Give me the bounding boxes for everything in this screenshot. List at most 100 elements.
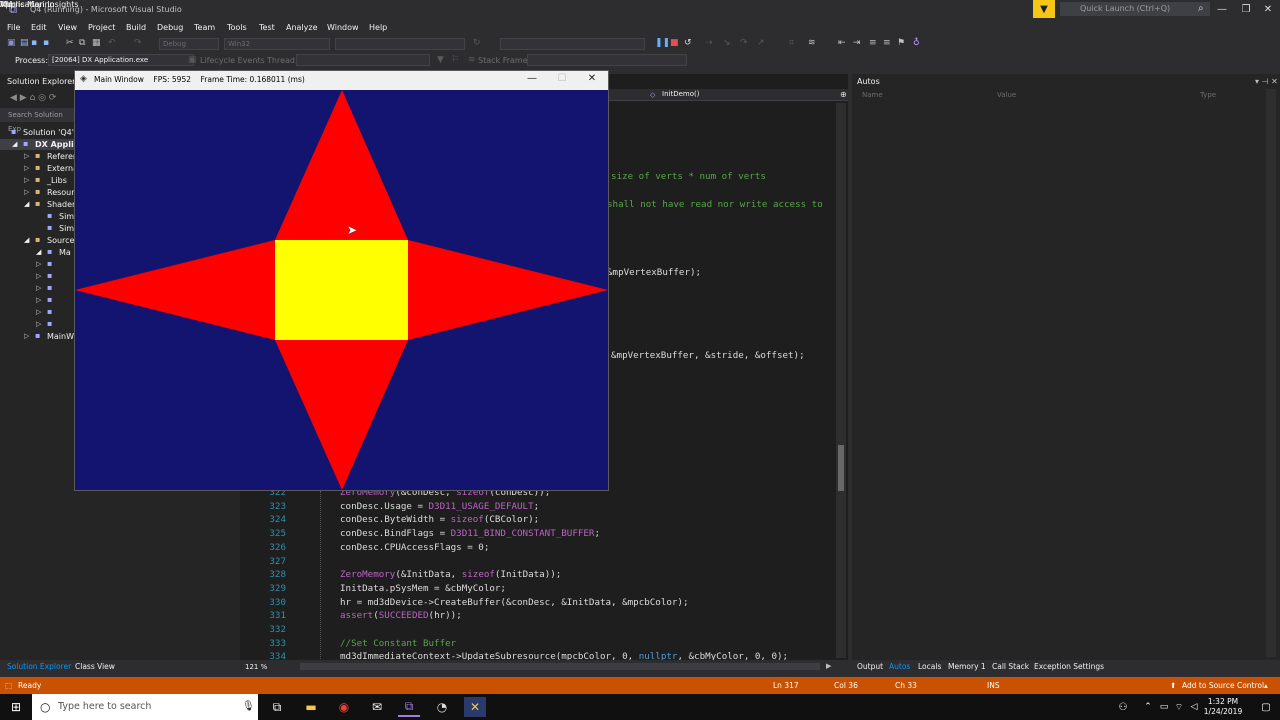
people-icon[interactable]: ⚇ [1112,697,1134,717]
new-project-icon[interactable]: ▣ [7,38,16,48]
minimize-button[interactable]: — [1212,2,1232,16]
microphone-icon[interactable]: 🎙 [242,694,255,720]
tree-expander-icon[interactable]: ▷ [36,320,41,328]
hex-icon[interactable]: ⌗ [789,38,794,48]
tree-expander-icon[interactable]: ◢ [24,200,29,208]
restart-icon[interactable]: ↺ [684,38,692,48]
maximize-button[interactable]: ❐ [1236,2,1256,16]
function-dropdown[interactable]: InitDemo() [662,90,699,98]
scroll-right-icon[interactable]: ▶ [826,662,831,670]
menu-edit[interactable]: Edit [31,23,47,32]
tree-item[interactable]: Shader [47,200,75,209]
tab-locals[interactable]: Locals [918,662,941,671]
tree-item[interactable]: Ma [59,248,71,257]
tree-item[interactable]: DX Applic [35,140,78,149]
vertical-scroll-thumb[interactable] [838,445,844,491]
application-insights-button[interactable]: Application Insights [0,0,79,9]
tab-class-view[interactable]: Class View [75,662,115,671]
bookmark-icon[interactable]: ⚑ [897,38,905,48]
menu-debug[interactable]: Debug [157,23,183,32]
autos-scrollbar[interactable] [1266,89,1276,657]
horizontal-scrollbar[interactable] [300,663,820,670]
undo-icon[interactable]: ↶ [108,38,116,48]
add-to-source-control-button[interactable]: Add to Source Control [1182,681,1264,690]
pin-icon[interactable]: ▾ ⊣ ✕ [1255,77,1278,86]
tree-expander-icon[interactable]: ◢ [36,248,41,256]
menu-tools[interactable]: Tools [227,23,247,32]
code-line[interactable]: conDesc.BindFlags = D3D11_BIND_CONSTANT_… [340,528,600,539]
code-line[interactable]: conDesc.Usage = D3D11_USAGE_DEFAULT; [340,501,539,512]
target-dropdown[interactable] [500,38,645,50]
redo-icon[interactable]: ↷ [134,38,142,48]
vertical-scrollbar[interactable] [836,103,846,658]
comment-icon[interactable]: ≡ [869,38,877,48]
render-canvas[interactable] [75,90,608,490]
code-line[interactable]: ZeroMemory(&InitData, sizeof(InitData)); [340,569,561,580]
tree-expander-icon[interactable]: ▷ [24,152,29,160]
autos-column-name[interactable]: Name [862,91,883,99]
app-minimize-button[interactable]: — [522,73,542,84]
menu-test[interactable]: Test [259,23,275,32]
menu-help[interactable]: Help [369,23,387,32]
tree-expander-icon[interactable]: ▷ [24,164,29,172]
app-icon[interactable]: ◔ [431,697,453,717]
zoom-level[interactable]: 121 % [245,663,267,671]
tree-item[interactable]: Solution 'Q4' [23,128,74,137]
visual-studio-taskbar-icon[interactable]: ⧉ [398,697,420,717]
autos-column-value[interactable]: Value [997,91,1016,99]
dx-application-taskbar-icon[interactable]: ✕ [464,697,486,717]
windows-start-icon[interactable]: ⊞ [5,697,27,717]
tree-expander-icon[interactable]: ◢ [12,140,17,148]
menu-project[interactable]: Project [88,23,115,32]
close-button[interactable]: ✕ [1258,2,1278,16]
file-explorer-icon[interactable]: ▬ [300,697,322,717]
pause-icon[interactable]: ❚❚ [655,38,670,48]
tree-expander-icon[interactable]: ▷ [36,284,41,292]
menu-view[interactable]: View [58,23,77,32]
tab-solution-explorer[interactable]: Solution Explorer [7,662,71,671]
code-line[interactable]: hr = md3dDevice->CreateBuffer(&conDesc, … [340,597,688,608]
stack-frame-dropdown[interactable] [527,54,687,66]
tree-item[interactable]: Sim [59,224,74,233]
platform-dropdown[interactable]: Win32 [224,38,330,50]
tree-expander-icon[interactable]: ▷ [36,296,41,304]
menu-analyze[interactable]: Analyze [286,23,318,32]
menu-team[interactable]: Team [194,23,215,32]
menu-file[interactable]: File [7,23,20,32]
outdent-icon[interactable]: ⇥ [853,38,861,48]
search-icon[interactable]: ⌕ [1198,3,1204,14]
notification-filter-icon[interactable]: ▼ [1033,0,1055,18]
tree-item[interactable]: Sim [59,212,74,221]
code-line[interactable]: InitData.pSysMem = &cbMyColor; [340,583,506,594]
tab-output[interactable]: Output [857,662,883,671]
tab-exception-settings[interactable]: Exception Settings [1034,662,1104,671]
taskbar-clock[interactable]: 1:32 PM 1/24/2019 [1203,697,1243,717]
configuration-dropdown[interactable]: Debug [159,38,219,50]
code-line[interactable]: //Set Constant Buffer [340,638,456,649]
cut-icon[interactable]: ✂ [66,38,74,48]
save-all-icon[interactable]: ▪ [43,38,49,48]
flag-icon[interactable]: ⚐ [451,55,459,65]
open-icon[interactable]: ▤ [20,38,29,48]
tree-expander-icon[interactable]: ▷ [24,332,29,340]
app-maximize-button[interactable]: ☐ [552,73,572,84]
uncomment-icon[interactable]: ≡ [883,38,891,48]
tree-expander-icon[interactable]: ▷ [36,308,41,316]
chrome-icon[interactable]: ◉ [333,697,355,717]
menu-window[interactable]: Window [327,23,359,32]
notifications-icon[interactable]: ▴ [1264,681,1268,690]
startup-dropdown[interactable] [335,38,465,50]
tree-expander-icon[interactable]: ◢ [24,236,29,244]
threads-icon[interactable]: ≋ [808,38,816,48]
tree-item[interactable]: MainW [47,332,74,341]
step-out-icon[interactable]: ↗ [757,38,765,48]
autos-column-type[interactable]: Type [1200,91,1216,99]
indent-icon[interactable]: ⇤ [838,38,846,48]
filter-icon[interactable]: ▼ [437,55,444,65]
save-icon[interactable]: ▪ [31,38,37,48]
tab-call-stack[interactable]: Call Stack [992,662,1029,671]
stop-icon[interactable]: ■ [670,38,679,48]
show-next-statement-icon[interactable]: ⇢ [705,38,713,48]
mail-icon[interactable]: ✉ [366,697,388,717]
tab-memory-1[interactable]: Memory 1 [948,662,986,671]
